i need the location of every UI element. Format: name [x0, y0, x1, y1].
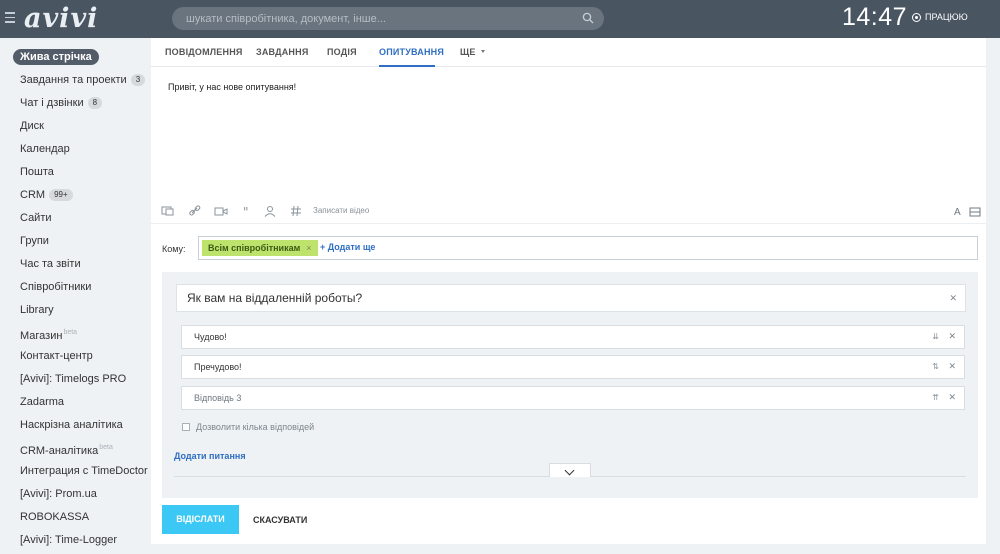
text-format-icon[interactable]: A [954, 207, 961, 218]
move-icon[interactable]: ⇅ [932, 362, 939, 371]
work-status[interactable]: ПРАЦЮЮ [912, 12, 968, 22]
recipient-chip-label: Всім співробітникам [208, 243, 301, 253]
multiple-answers-option[interactable]: Дозволити кілька відповідей [182, 422, 314, 432]
poll-editor: ✕ ⇊ ✕ ⇅ ✕ ⇈ ✕ Дозволити кілька відповіде… [162, 272, 978, 498]
sidebar: Жива стрічка Завдання та проекти 3 Чат і … [0, 38, 150, 554]
sidebar-item-crm-analytics[interactable]: CRM-аналітикаbeta [20, 440, 113, 457]
post-type-tabs: ПОВІДОМЛЕННЯ ЗАВДАННЯ ПОДІЯ ОПИТУВАННЯ Щ… [151, 38, 986, 67]
sidebar-item-disk[interactable]: Диск [20, 118, 44, 134]
sidebar-item-chat[interactable]: Чат і дзвінки 8 [20, 95, 103, 111]
beta-tag: beta [99, 444, 113, 451]
answer-input[interactable] [194, 356, 894, 378]
answer-row: ⇈ ✕ [181, 386, 965, 410]
link-icon[interactable] [188, 205, 202, 217]
record-video-link[interactable]: Записати відео [313, 206, 369, 215]
counter-badge: 8 [87, 97, 103, 109]
sidebar-item-live-feed[interactable]: Жива стрічка [13, 49, 99, 65]
sidebar-item-zadarma[interactable]: Zadarma [20, 394, 64, 410]
delete-question-icon[interactable]: ✕ [949, 293, 957, 304]
mention-icon[interactable] [263, 205, 277, 217]
sidebar-item-crm[interactable]: CRM 99+ [20, 187, 73, 203]
delete-answer-icon[interactable]: ✕ [948, 361, 956, 372]
sidebar-item-time-reports[interactable]: Час та звіти [20, 256, 81, 272]
sidebar-item-prom[interactable]: [Avivi]: Prom.ua [20, 486, 97, 502]
cancel-button[interactable]: СКАСУВАТИ [253, 515, 307, 525]
tab-message[interactable]: ПОВІДОМЛЕННЯ [165, 47, 243, 57]
answer-input[interactable] [194, 387, 894, 409]
answer-input[interactable] [194, 326, 894, 348]
sidebar-item-mail[interactable]: Пошта [20, 164, 54, 180]
work-status-label: ПРАЦЮЮ [925, 12, 968, 22]
delete-answer-icon[interactable]: ✕ [948, 392, 956, 403]
tab-poll[interactable]: ОПИТУВАННЯ [379, 47, 444, 57]
tab-more[interactable]: ЩЕ [460, 47, 485, 57]
panel-toggle-icon[interactable] [969, 206, 983, 218]
answer-row: ⇊ ✕ [181, 325, 965, 349]
remove-recipient-icon[interactable]: × [306, 243, 311, 253]
move-icon[interactable]: ⇈ [932, 393, 939, 402]
sidebar-item-calendar[interactable]: Календар [20, 141, 70, 157]
file-icon[interactable] [161, 205, 175, 217]
sidebar-item-contact-center[interactable]: Контакт-центр [20, 348, 93, 364]
sidebar-item-timedoctor[interactable]: Интеграция с TimeDoctor [20, 463, 148, 479]
collapse-button[interactable] [549, 463, 591, 477]
svg-text:": " [243, 205, 249, 217]
recipient-chip[interactable]: Всім співробітникам × [202, 240, 318, 256]
question-input[interactable] [187, 285, 927, 311]
sidebar-item-tasks[interactable]: Завдання та проекти 3 [20, 72, 146, 88]
answer-row: ⇅ ✕ [181, 355, 965, 379]
recipients-label: Кому: [162, 244, 186, 254]
recipients-field[interactable]: Всім співробітникам × + Додати ще [198, 236, 978, 260]
counter-badge: 99+ [49, 189, 73, 201]
add-question-link[interactable]: Додати питання [174, 451, 246, 461]
message-text[interactable]: Привіт, у нас нове опитування! [168, 82, 296, 92]
send-button[interactable]: ВІДІСЛАТИ [162, 505, 239, 534]
sidebar-item-library[interactable]: Library [20, 302, 54, 318]
tab-more-label: ЩЕ [460, 47, 476, 57]
top-bar: avivi 14:47 ПРАЦЮЮ [0, 0, 1000, 38]
tab-event[interactable]: ПОДІЯ [327, 47, 357, 57]
multiple-answers-label: Дозволити кілька відповідей [196, 422, 315, 432]
sidebar-item-analytics[interactable]: Наскрізна аналітика [20, 417, 123, 433]
video-icon[interactable] [214, 205, 228, 217]
divider [151, 223, 986, 224]
move-icon[interactable]: ⇊ [932, 332, 939, 341]
delete-answer-icon[interactable]: ✕ [948, 331, 956, 342]
quote-icon[interactable]: " [241, 205, 255, 217]
hashtag-icon[interactable] [289, 205, 303, 217]
search-input[interactable] [186, 7, 576, 30]
menu-icon[interactable] [5, 12, 15, 23]
sidebar-item-employees[interactable]: Співробітники [20, 279, 91, 295]
question-box: ✕ [176, 284, 966, 312]
sidebar-item-robokassa[interactable]: ROBOKASSA [20, 509, 89, 525]
search-icon[interactable] [582, 12, 594, 24]
search-bar[interactable] [172, 7, 604, 30]
sidebar-item-groups[interactable]: Групи [20, 233, 49, 249]
beta-tag: beta [63, 329, 78, 336]
multiple-answers-checkbox[interactable] [182, 423, 190, 431]
post-form: ПОВІДОМЛЕННЯ ЗАВДАННЯ ПОДІЯ ОПИТУВАННЯ Щ… [151, 38, 986, 544]
tab-task[interactable]: ЗАВДАННЯ [256, 47, 309, 57]
status-icon [912, 12, 921, 22]
active-tab-indicator [379, 65, 435, 67]
logo[interactable]: avivi [24, 3, 98, 34]
sidebar-item-shop[interactable]: Магазинbeta [20, 325, 78, 342]
counter-badge: 3 [130, 74, 146, 86]
add-recipient-link[interactable]: + Додати ще [320, 242, 375, 252]
sidebar-item-time-logger[interactable]: [Avivi]: Time-Logger [20, 532, 117, 548]
chevron-down-icon [480, 50, 485, 53]
sidebar-item-timelogs-pro[interactable]: [Avivi]: Timelogs PRO [20, 371, 126, 387]
clock: 14:47 [842, 3, 908, 31]
chevron-down-icon [564, 465, 575, 476]
sidebar-item-sites[interactable]: Сайти [20, 210, 52, 226]
